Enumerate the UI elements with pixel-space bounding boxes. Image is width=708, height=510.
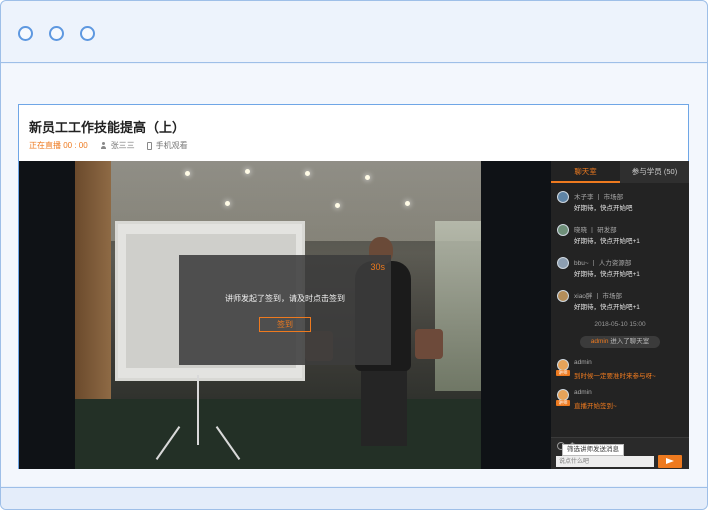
avatar — [557, 224, 569, 236]
avatar — [557, 290, 569, 302]
live-status: 正在直播 00 : 00 — [29, 141, 88, 150]
chat-input[interactable] — [556, 456, 654, 467]
send-button[interactable] — [658, 455, 682, 468]
message-author: admin — [574, 389, 592, 396]
message-text: 好期待，快点开始吧+1 — [574, 238, 640, 245]
page-title: 新员工工作技能提高（上） — [29, 120, 186, 135]
filter-lecturer-tooltip: 筛选讲师发送消息 — [562, 444, 624, 456]
message-text: 直播开始签到~ — [574, 403, 617, 410]
live-course-window: 新员工工作技能提高（上） 正在直播 00 : 00 张三三 手机观看 30s 讲… — [18, 104, 689, 469]
sidebar-tabs: 聊天室 参与学员 (50) — [551, 161, 689, 183]
message-author: admin — [574, 359, 592, 366]
chat-timestamp: 2018-05-10 15:00 — [594, 321, 646, 328]
window-dot-icon — [49, 26, 64, 41]
lecturer-badge: 讲师 — [556, 370, 570, 376]
message-author: 晓晓 丨 研发部 — [574, 227, 617, 234]
message-text: 好期待，快点开始吧 — [574, 205, 633, 212]
signin-message: 讲师发起了签到，请及时点击签到 — [225, 294, 345, 303]
lecturer-badge: 讲师 — [556, 400, 570, 406]
avatar — [557, 257, 569, 269]
join-text: 进入了聊天室 — [610, 338, 650, 345]
message-author: bbu~ 丨 人力资源部 — [574, 260, 632, 267]
window-dot-icon — [18, 26, 33, 41]
mockup-titlebar — [1, 1, 707, 63]
message-text: 到时候一定要准时来参与呀~ — [574, 373, 656, 380]
signin-countdown: 30s — [370, 262, 385, 272]
tab-chat-room[interactable]: 聊天室 — [551, 161, 620, 183]
message-author: 木子李 丨 市场部 — [574, 194, 624, 201]
course-meta: 正在直播 00 : 00 张三三 手机观看 — [29, 140, 188, 151]
user-icon — [100, 142, 107, 149]
presenter-name: 张三三 — [110, 141, 135, 150]
signin-button[interactable]: 签到 — [259, 317, 311, 332]
window-dot-icon — [80, 26, 95, 41]
phone-icon[interactable] — [146, 141, 152, 150]
mobile-watch-link[interactable]: 手机观看 — [156, 140, 188, 151]
message-author: xiao胖 丨 市场部 — [574, 293, 623, 300]
mockup-footer — [1, 487, 707, 509]
avatar — [557, 191, 569, 203]
message-text: 好期待，快点开始吧+1 — [574, 304, 640, 311]
signin-modal: 30s 讲师发起了签到，请及时点击签到 签到 — [179, 255, 391, 365]
video-player[interactable]: 30s 讲师发起了签到，请及时点击签到 签到 — [19, 161, 551, 469]
join-user: admin — [590, 338, 609, 345]
chat-sidebar: 聊天室 参与学员 (50) 木子李 丨 市场部 好期待，快点开始吧 晓晓 丨 研… — [551, 161, 689, 469]
tab-participants[interactable]: 参与学员 (50) — [620, 161, 689, 183]
join-notice: admin 进入了聊天室 — [580, 336, 660, 348]
message-text: 好期待，快点开始吧+1 — [574, 271, 640, 278]
